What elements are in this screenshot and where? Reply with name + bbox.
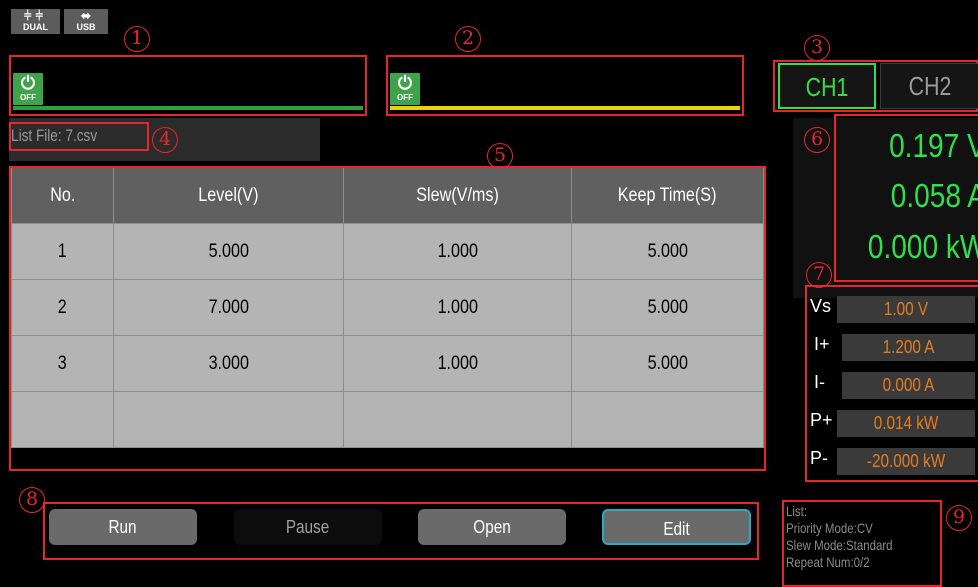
- power-icon: ⏻: [20, 73, 36, 93]
- callout-marker-2: 2: [455, 23, 481, 52]
- run-button[interactable]: Run: [49, 509, 197, 545]
- setting-label-vs: Vs: [810, 296, 832, 316]
- list-info-panel: List: Priority Mode:CV Slew Mode:Standar…: [786, 503, 916, 585]
- ch2-status-bar: [390, 106, 740, 110]
- ch2-power-label: OFF: [397, 93, 413, 102]
- dual-label: DUAL: [23, 22, 48, 32]
- callout-marker-3: 3: [804, 32, 830, 61]
- setting-label-iminus: I-: [814, 372, 825, 392]
- power-icon: ⏻: [397, 73, 413, 93]
- setting-value-pplus[interactable]: 0.014 kW: [837, 410, 975, 437]
- setting-label-pplus: P+: [810, 410, 833, 430]
- dual-channel-icon: ⫩⫩: [24, 8, 47, 23]
- open-button[interactable]: Open: [418, 509, 566, 545]
- setting-value-vs[interactable]: 1.00 V: [837, 296, 975, 323]
- callout-marker-6: 6: [804, 124, 830, 153]
- ch1-power-button[interactable]: ⏻ OFF: [13, 73, 43, 105]
- power-readout: 0.000 kW: [867, 228, 978, 265]
- callout-marker-5: 5: [487, 140, 513, 169]
- voltage-readout: 0.197 V: [889, 127, 978, 164]
- callout-marker-4: 4: [152, 124, 178, 153]
- dual-channel-indicator: ⫩⫩ DUAL: [11, 9, 60, 34]
- ch1-power-label: OFF: [20, 93, 36, 102]
- callout-marker-8: 8: [19, 484, 45, 513]
- setting-label-pminus: P-: [810, 448, 828, 468]
- info-slew-mode: Slew Mode:Standard: [786, 537, 893, 553]
- usb-label: USB: [76, 22, 96, 32]
- usb-icon: ⬌: [80, 8, 92, 23]
- info-priority-mode: Priority Mode:CV: [786, 520, 873, 536]
- current-readout: 0.058 A: [890, 177, 978, 214]
- info-repeat-num: Repeat Num:0/2: [786, 554, 870, 570]
- list-table-highlight: [9, 166, 766, 471]
- setting-label-iplus: I+: [814, 334, 830, 354]
- setting-value-iplus[interactable]: 1.200 A: [842, 334, 975, 361]
- setting-value-pminus[interactable]: -20.000 kW: [837, 448, 975, 475]
- device-screen: ⫩⫩ DUAL ⬌ USB 1 ⏻ OFF 2 ⏻ OFF 3 CH1 CH2 …: [0, 0, 978, 587]
- callout-marker-9: 9: [946, 502, 972, 531]
- setting-value-iminus[interactable]: 0.000 A: [842, 372, 975, 399]
- ch2-power-button[interactable]: ⏻ OFF: [390, 73, 420, 105]
- info-list: List:: [786, 503, 808, 519]
- list-file-label: List File: 7.csv: [11, 126, 98, 145]
- usb-indicator: ⬌ USB: [64, 9, 108, 34]
- callout-marker-1: 1: [124, 23, 150, 52]
- pause-button[interactable]: Pause: [234, 509, 382, 545]
- ch1-status-bar: [13, 106, 363, 110]
- callout-marker-7: 7: [806, 259, 832, 288]
- ch2-select-button[interactable]: CH2: [880, 63, 978, 109]
- edit-button[interactable]: Edit: [602, 509, 751, 545]
- ch1-select-button[interactable]: CH1: [778, 63, 876, 109]
